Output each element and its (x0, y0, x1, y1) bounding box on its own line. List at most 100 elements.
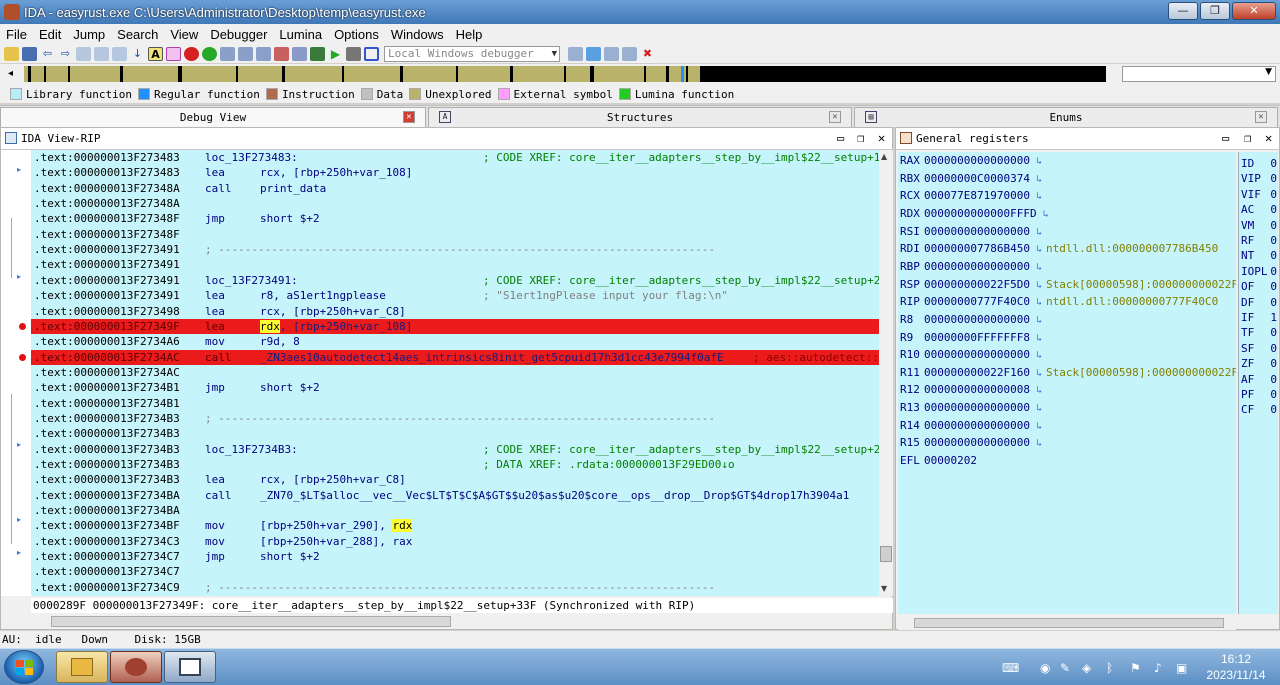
taskbar-explorer[interactable] (56, 651, 108, 683)
register-row[interactable]: R13 0000000000000000 ↳ (900, 399, 1042, 416)
scroll-up-icon[interactable]: ▲ (881, 152, 887, 161)
register-list[interactable]: RAX 0000000000000000 ↳ RBX 00000000C0000374 ↳… (898, 152, 1236, 614)
disasm-line[interactable]: .text:000000013F273483 lea rcx, [rbp+250h+… (31, 165, 879, 180)
register-row[interactable]: RIP 00000000777F40C0 ↳ ntdll.dll:0000000077… (900, 293, 1218, 310)
register-value[interactable]: 0000000000000FFFD (924, 207, 1037, 220)
breakpoint-gutter[interactable]: ▸ ▸ ▸ ▸ ▸ (1, 150, 31, 596)
jump-to-address-icon[interactable]: ↳ (1036, 262, 1042, 273)
jump-to-address-icon[interactable]: ↳ (1036, 191, 1042, 202)
menu-windows[interactable]: Windows (385, 27, 450, 42)
minimize-button[interactable]: — (1168, 2, 1198, 20)
minimize-panel-icon[interactable]: ▭ (1222, 128, 1229, 149)
flag-row[interactable]: VM 0 (1241, 218, 1279, 233)
disasm-line[interactable]: .text:000000013F2734B3 ; ----------------… (31, 411, 879, 426)
flag-row[interactable]: IOPL 0 (1241, 264, 1279, 279)
disasm-line[interactable]: .text:000000013F27349F lea rdx, [rbp+250h+… (31, 319, 879, 334)
jump-down-icon[interactable]: ↓ (130, 47, 145, 61)
register-value[interactable]: 00000000C0000374 (924, 172, 1030, 185)
flag-value[interactable]: 0 (1270, 341, 1277, 356)
disasm-line[interactable]: .text:000000013F2734B3 lea rcx, [rbp+250h+… (31, 472, 879, 487)
close-icon[interactable]: ✕ (829, 111, 841, 123)
menu-lumina[interactable]: Lumina (273, 27, 328, 42)
register-value[interactable]: 0000000000000000 (924, 436, 1030, 449)
nav-combo[interactable]: ▼ (1122, 66, 1276, 82)
restore-panel-icon[interactable]: ❐ (857, 128, 864, 149)
scroll-thumb[interactable] (914, 618, 1224, 628)
flag-value[interactable]: 0 (1270, 279, 1277, 294)
tab-structures[interactable]: A Structures ✕ (428, 107, 852, 127)
disasm-line[interactable]: .text:000000013F2734BF mov [rbp+250h+var_2… (31, 518, 879, 533)
flag-row[interactable]: ID 0 (1241, 156, 1279, 171)
flag-value[interactable]: 0 (1270, 264, 1277, 279)
disasm-line[interactable]: .text:000000013F2734AC call _ZN3aes10autod… (31, 350, 879, 365)
xref-icon[interactable] (274, 46, 289, 61)
forward-arrow-icon[interactable]: ⇨ (58, 47, 73, 61)
register-value[interactable]: 0000000000000000 (924, 154, 1030, 167)
flag-value[interactable]: 0 (1270, 295, 1277, 310)
register-row[interactable]: RSI 0000000000000000 ↳ (900, 223, 1042, 240)
flag-row[interactable]: TF 0 (1241, 325, 1279, 340)
register-row[interactable]: RSP 000000000022F5D0 ↳ Stack[00000598]:0000… (900, 276, 1236, 293)
menu-help[interactable]: Help (450, 27, 489, 42)
jump-to-address-icon[interactable]: ↳ (1036, 333, 1042, 344)
register-row[interactable]: R15 0000000000000000 ↳ (900, 434, 1042, 451)
jump-to-address-icon[interactable]: ↳ (1036, 227, 1042, 238)
flag-icon[interactable]: ⚑ (1130, 661, 1141, 675)
step-into-icon[interactable] (604, 46, 619, 61)
minimize-panel-icon[interactable]: ▭ (837, 128, 844, 149)
tab-debug-view[interactable]: Debug View ✕ (0, 107, 426, 127)
disasm-line[interactable]: .text:000000013F2734B1 jmp short $+2 (31, 380, 879, 395)
flag-row[interactable]: ZF 0 (1241, 356, 1279, 371)
play-icon[interactable]: ▶ (328, 47, 343, 61)
segments-icon[interactable] (292, 46, 307, 61)
volume-icon[interactable]: ♪ (1154, 661, 1162, 675)
close-panel-icon[interactable]: ✕ (1265, 128, 1272, 149)
string-icon[interactable]: A (148, 46, 163, 61)
sync-icon[interactable] (586, 46, 601, 61)
menu-debugger[interactable]: Debugger (204, 27, 273, 42)
flag-row[interactable]: IF 1 (1241, 310, 1279, 325)
disasm-line[interactable]: .text:000000013F273483 loc_13F273483: ; CO… (31, 150, 879, 165)
debugger-select[interactable]: Local Windows debugger ▼ (384, 45, 560, 62)
disasm-line[interactable]: .text:000000013F273491 (31, 257, 879, 272)
disasm-line[interactable]: .text:000000013F27348F jmp short $+2 (31, 211, 879, 226)
tab-enums[interactable]: ▤ Enums ✕ (854, 107, 1278, 127)
disasm-line[interactable]: .text:000000013F2734B3 ; DATA XREF: .rdat… (31, 457, 879, 472)
register-value[interactable]: 000077E871970000 (924, 189, 1030, 202)
clock[interactable]: 16:12 2023/11/14 (1196, 651, 1276, 683)
menu-jump[interactable]: Jump (67, 27, 111, 42)
flag-row[interactable]: AC 0 (1241, 202, 1279, 217)
jump-to-address-icon[interactable]: ↳ (1036, 174, 1042, 185)
disasm-line[interactable]: .text:000000013F273491 lea r8, aS1ert1ngpl… (31, 288, 879, 303)
flag-value[interactable]: 0 (1270, 156, 1277, 171)
pause-icon[interactable] (346, 46, 361, 61)
flag-value[interactable]: 1 (1270, 310, 1277, 325)
network-status-icon[interactable]: ▣ (1176, 661, 1187, 675)
register-row[interactable]: RBX 00000000C0000374 ↳ (900, 170, 1042, 187)
maximize-button[interactable]: ❐ (1200, 2, 1230, 20)
disasm-line[interactable]: .text:000000013F27348F (31, 227, 879, 242)
register-row[interactable]: R10 0000000000000000 ↳ (900, 346, 1042, 363)
binary-search-icon[interactable] (76, 46, 91, 61)
register-row[interactable]: RDX 0000000000000FFFD ↳ (900, 205, 1049, 222)
call-graph-icon[interactable] (256, 46, 271, 61)
flag-row[interactable]: SF 0 (1241, 341, 1279, 356)
menu-search[interactable]: Search (111, 27, 164, 42)
register-row[interactable]: EFL 00000202 (900, 452, 977, 469)
jump-to-address-icon[interactable]: ↳ (1036, 403, 1042, 414)
restore-panel-icon[interactable]: ❐ (1244, 128, 1251, 149)
register-row[interactable]: RAX 0000000000000000 ↳ (900, 152, 1042, 169)
disasm-line[interactable]: .text:000000013F2734AC (31, 365, 879, 380)
disasm-line[interactable]: .text:000000013F2734BA call _ZN70_$LT$allo… (31, 488, 879, 503)
flag-value[interactable]: 0 (1270, 218, 1277, 233)
flag-value[interactable]: 0 (1270, 372, 1277, 387)
flag-row[interactable]: CF 0 (1241, 402, 1279, 417)
function-icon[interactable] (166, 46, 181, 61)
disasm-line[interactable]: .text:000000013F27348A (31, 196, 879, 211)
register-value[interactable]: 0000000000000000 (924, 313, 1030, 326)
disasm-line[interactable]: .text:000000013F2734B3 (31, 426, 879, 441)
tools-icon[interactable]: ✎ (1060, 661, 1070, 675)
flag-row[interactable]: AF 0 (1241, 372, 1279, 387)
flag-value[interactable]: 0 (1270, 248, 1277, 263)
chart-icon[interactable] (238, 46, 253, 61)
